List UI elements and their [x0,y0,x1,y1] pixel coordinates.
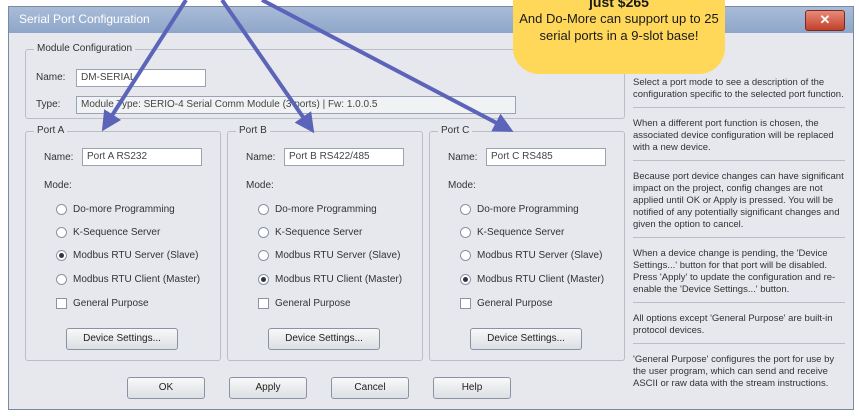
help-button[interactable]: Help [433,377,511,399]
port-c-name-label: Name: [448,152,478,163]
port-b-legend: Port B [236,125,270,136]
radio-button[interactable] [258,204,269,215]
port-a-name-label: Name: [44,152,74,163]
radio-button-selected[interactable] [56,250,67,261]
module-name-label: Name: [36,72,66,83]
port-b-name-label: Name: [246,152,276,163]
option-label: K-Sequence Server [73,227,161,239]
option-label: K-Sequence Server [477,227,565,239]
window-title: Serial Port Configuration [19,12,150,26]
port-a-group: Port A Name: Port A RS232 Mode: Do-more … [25,125,221,361]
port-c-name-input[interactable]: Port C RS485 [486,148,606,166]
port-a-general-purpose[interactable]: General Purpose [56,298,149,309]
module-type-label: Type: [36,99,61,110]
port-b-name-input[interactable]: Port B RS422/485 [284,148,404,166]
radio-button[interactable] [460,204,471,215]
radio-button[interactable] [460,227,471,238]
port-a-mode-option[interactable]: Modbus RTU Server (Slave) [56,250,198,261]
info-paragraph: 'General Purpose' configures the port fo… [633,354,835,389]
option-label: General Purpose [275,298,351,310]
info-paragraph: When a device change is pending, the 'De… [633,248,845,303]
serial-config-dialog: Serial Port Configuration ✕ Module Confi… [8,6,854,410]
radio-button[interactable] [460,250,471,261]
apply-button[interactable]: Apply [229,377,307,399]
radio-button[interactable] [258,250,269,261]
radio-button-selected[interactable] [258,274,269,285]
ok-button[interactable]: OK [127,377,205,399]
port-a-name-input[interactable]: Port A RS232 [82,148,202,166]
port-b-device-settings-button[interactable]: Device Settings... [268,328,380,350]
info-paragraph: All options except 'General Purpose' are… [633,313,845,344]
option-label: General Purpose [73,298,149,310]
checkbox[interactable] [460,298,471,309]
port-c-mode-option[interactable]: Modbus RTU Server (Slave) [460,250,602,261]
promo-price: just $265 [589,0,649,10]
checkbox[interactable] [258,298,269,309]
port-a-mode-option[interactable]: Do-more Programming [56,204,175,215]
port-b-mode-option[interactable]: K-Sequence Server [258,227,362,238]
port-c-mode-label: Mode: [448,180,476,191]
port-b-mode-option[interactable]: Modbus RTU Server (Slave) [258,250,400,261]
port-c-legend: Port C [438,125,473,136]
info-paragraph: Because port device changes can have sig… [633,171,845,238]
option-label: Do-more Programming [275,204,377,216]
option-label: Modbus RTU Server (Slave) [275,250,401,262]
option-label: Modbus RTU Client (Master) [73,274,201,286]
option-label: K-Sequence Server [275,227,363,239]
port-a-device-settings-button[interactable]: Device Settings... [66,328,178,350]
port-b-group: Port B Name: Port B RS422/485 Mode: Do-m… [227,125,423,361]
radio-button[interactable] [56,274,67,285]
promo-callout: just $265 And Do-More can support up to … [513,0,725,74]
port-c-general-purpose[interactable]: General Purpose [460,298,553,309]
port-c-mode-option[interactable]: Do-more Programming [460,204,579,215]
port-b-mode-option[interactable]: Modbus RTU Client (Master) [258,274,402,285]
option-label: Modbus RTU Server (Slave) [73,250,199,262]
port-c-device-settings-button[interactable]: Device Settings... [470,328,582,350]
checkbox[interactable] [56,298,67,309]
option-label: Do-more Programming [73,204,175,216]
radio-button[interactable] [258,227,269,238]
option-label: Modbus RTU Client (Master) [275,274,403,286]
option-label: General Purpose [477,298,553,310]
module-configuration-legend: Module Configuration [34,43,136,54]
module-name-input[interactable]: DM-SERIAL [76,69,206,87]
port-a-mode-label: Mode: [44,180,72,191]
port-b-mode-option[interactable]: Do-more Programming [258,204,377,215]
info-paragraph: Select a port mode to see a description … [633,77,845,108]
port-c-mode-option[interactable]: K-Sequence Server [460,227,564,238]
module-type-field: Module Type: SERIO-4 Serial Comm Module … [76,96,516,114]
option-label: Modbus RTU Client (Master) [477,274,605,286]
port-a-legend: Port A [34,125,68,136]
port-b-general-purpose[interactable]: General Purpose [258,298,351,309]
port-b-mode-label: Mode: [246,180,274,191]
cancel-button[interactable]: Cancel [331,377,409,399]
help-info-panel: Select a port mode to see a description … [633,77,845,406]
title-bar[interactable]: Serial Port Configuration ✕ [9,7,853,33]
port-a-mode-option[interactable]: K-Sequence Server [56,227,160,238]
promo-text: And Do-More can support up to 25 serial … [519,11,719,43]
radio-button[interactable] [56,227,67,238]
port-a-mode-option[interactable]: Modbus RTU Client (Master) [56,274,200,285]
radio-button-selected[interactable] [460,274,471,285]
option-label: Modbus RTU Server (Slave) [477,250,603,262]
radio-button[interactable] [56,204,67,215]
option-label: Do-more Programming [477,204,579,216]
port-c-mode-option[interactable]: Modbus RTU Client (Master) [460,274,604,285]
port-c-group: Port C Name: Port C RS485 Mode: Do-more … [429,125,625,361]
info-paragraph: When a different port function is chosen… [633,118,845,161]
close-button[interactable]: ✕ [805,10,845,31]
